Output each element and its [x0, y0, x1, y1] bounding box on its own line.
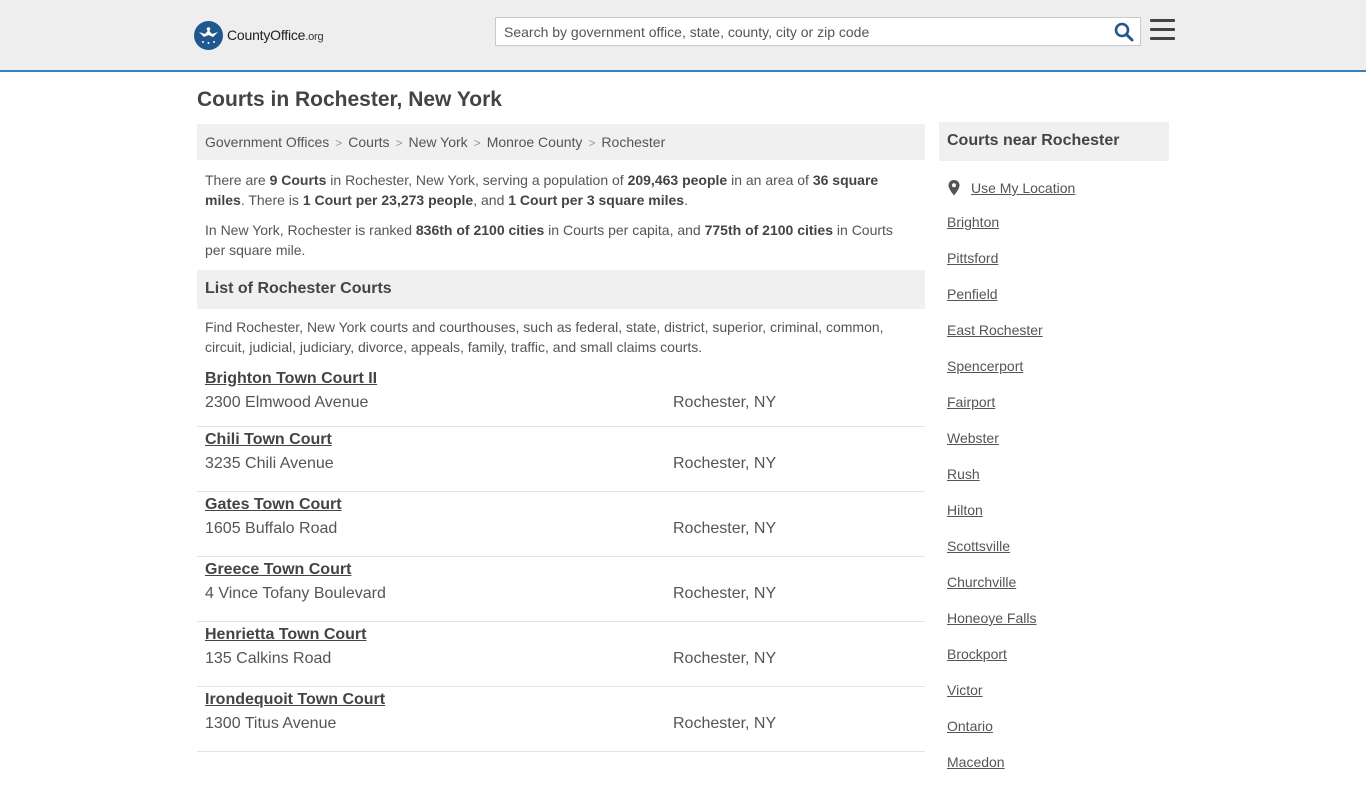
list-item: Scottsville — [947, 538, 1169, 574]
nearby-city-list: Brighton Pittsford Penfield East Rochest… — [939, 214, 1169, 790]
nearby-city-link[interactable]: Penfield — [947, 286, 998, 302]
nearby-city-link[interactable]: Victor — [947, 682, 983, 698]
court-city: Rochester, NY — [673, 394, 777, 411]
chevron-right-icon: > — [335, 136, 343, 150]
stats-paragraph-count: There are 9 Courts in Rochester, New Yor… — [205, 172, 879, 208]
stats-paragraph-rank: In New York, Rochester is ranked 836th o… — [205, 222, 893, 258]
list-item: Ontario — [947, 718, 1169, 754]
court-city: Rochester, NY — [673, 455, 777, 472]
court-list-item: Brighton Town Court II 2300 Elmwood Aven… — [197, 367, 925, 427]
nearby-city-link[interactable]: East Rochester — [947, 322, 1043, 338]
nearby-city-link[interactable]: Hilton — [947, 502, 983, 518]
list-item: Brighton — [947, 214, 1169, 250]
nearby-city-link[interactable]: Fairport — [947, 394, 995, 410]
map-pin-icon — [948, 180, 960, 196]
court-list-item: Irondequoit Town Court 1300 Titus Avenue… — [197, 687, 925, 752]
list-item: Brockport — [947, 646, 1169, 682]
court-list-item: Henrietta Town Court 135 Calkins Road Ro… — [197, 622, 925, 687]
court-city: Rochester, NY — [673, 650, 777, 667]
breadcrumb-rochester: Rochester — [601, 134, 666, 150]
site-header: CountyOffice.org — [0, 0, 1366, 72]
court-city: Rochester, NY — [673, 585, 777, 602]
courts-list-heading: List of Rochester Courts — [197, 270, 925, 309]
nearby-city-link[interactable]: Webster — [947, 430, 999, 446]
court-link[interactable]: Gates Town Court — [205, 496, 342, 514]
use-my-location-link[interactable]: Use My Location — [971, 180, 1075, 196]
page-title: Courts in Rochester, New York — [197, 88, 502, 111]
court-link[interactable]: Brighton Town Court II — [205, 370, 377, 388]
court-address: 3235 Chili Avenue — [205, 455, 334, 472]
use-location-row: Use My Location — [939, 178, 1169, 198]
nearby-city-link[interactable]: Honeoye Falls — [947, 610, 1037, 626]
nearby-sidebar: Courts near Rochester Use My Location Br… — [939, 122, 1169, 790]
list-item: Victor — [947, 682, 1169, 718]
logo-wordmark: CountyOffice.org — [227, 27, 324, 43]
search-input[interactable] — [496, 18, 1096, 45]
court-address: 2300 Elmwood Avenue — [205, 394, 369, 411]
breadcrumb-courts[interactable]: Courts — [348, 134, 389, 150]
nearby-city-link[interactable]: Brighton — [947, 214, 999, 230]
list-item: Macedon — [947, 754, 1169, 790]
list-item: Fairport — [947, 394, 1169, 430]
list-item: Penfield — [947, 286, 1169, 322]
nearby-city-link[interactable]: Churchville — [947, 574, 1016, 590]
court-link[interactable]: Chili Town Court — [205, 431, 332, 449]
nearby-city-link[interactable]: Ontario — [947, 718, 993, 734]
nearby-city-link[interactable]: Spencerport — [947, 358, 1023, 374]
main-content: Government Offices > Courts > New York > Monro… — [197, 124, 925, 752]
list-item: Rush — [947, 466, 1169, 502]
eagle-seal-icon — [194, 20, 223, 50]
chevron-right-icon: > — [473, 136, 481, 150]
court-city: Rochester, NY — [673, 715, 777, 732]
list-item: East Rochester — [947, 322, 1169, 358]
court-address: 1605 Buffalo Road — [205, 520, 338, 537]
list-item: Hilton — [947, 502, 1169, 538]
search-icon[interactable] — [1114, 22, 1134, 42]
court-list-item: Greece Town Court 4 Vince Tofany Bouleva… — [197, 557, 925, 622]
search-bar — [495, 17, 1141, 46]
breadcrumb-new-york[interactable]: New York — [409, 134, 468, 150]
breadcrumb: Government Offices > Courts > New York > Monro… — [197, 124, 925, 160]
breadcrumb-monroe-county[interactable]: Monroe County — [487, 134, 583, 150]
nearby-city-link[interactable]: Brockport — [947, 646, 1007, 662]
court-link[interactable]: Irondequoit Town Court — [205, 691, 385, 709]
list-item: Churchville — [947, 574, 1169, 610]
nearby-city-link[interactable]: Scottsville — [947, 538, 1010, 554]
court-address: 135 Calkins Road — [205, 650, 332, 667]
list-item: Honeoye Falls — [947, 610, 1169, 646]
stats-summary: There are 9 Courts in Rochester, New Yor… — [197, 160, 925, 260]
court-link[interactable]: Greece Town Court — [205, 561, 351, 579]
courts-list-description: Find Rochester, New York courts and cour… — [205, 319, 884, 355]
list-item: Webster — [947, 430, 1169, 466]
court-address: 1300 Titus Avenue — [205, 715, 337, 732]
court-list-item: Gates Town Court 1605 Buffalo Road Roche… — [197, 492, 925, 557]
nearby-city-link[interactable]: Pittsford — [947, 250, 998, 266]
court-city: Rochester, NY — [673, 520, 777, 537]
nearby-heading: Courts near Rochester — [939, 122, 1169, 161]
nearby-city-link[interactable]: Rush — [947, 466, 980, 482]
court-address: 4 Vince Tofany Boulevard — [205, 585, 386, 602]
breadcrumb-government-offices[interactable]: Government Offices — [205, 134, 329, 150]
site-logo[interactable]: CountyOffice.org — [194, 20, 324, 50]
court-list-item: Chili Town Court 3235 Chili Avenue Roche… — [197, 427, 925, 492]
list-item: Spencerport — [947, 358, 1169, 394]
court-link[interactable]: Henrietta Town Court — [205, 626, 366, 644]
chevron-right-icon: > — [588, 136, 596, 150]
hamburger-menu-icon[interactable] — [1150, 19, 1175, 41]
list-item: Pittsford — [947, 250, 1169, 286]
chevron-right-icon: > — [395, 136, 403, 150]
